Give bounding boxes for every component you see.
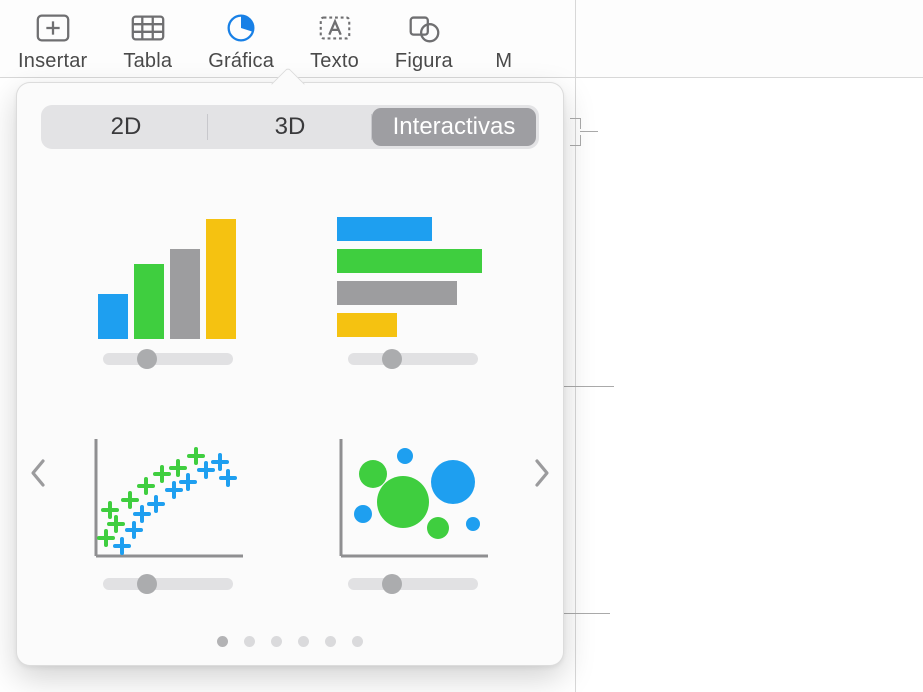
tab-label-3d: 3D (275, 113, 306, 141)
chart-slider-mock (103, 578, 233, 590)
pie-chart-icon (220, 8, 262, 48)
toolbar-item-overflow[interactable]: M (471, 8, 531, 73)
page-dot-3[interactable] (271, 636, 282, 647)
tab-label-2d: 2D (111, 113, 142, 141)
chevron-right-icon (531, 457, 551, 489)
chart-option-bar[interactable] (323, 199, 503, 365)
prev-page-button[interactable] (19, 453, 59, 493)
page-dot-1[interactable] (217, 636, 228, 647)
bar-chart-icon (333, 199, 493, 339)
toolbar-item-insert[interactable]: Insertar (0, 8, 105, 73)
tab-2d[interactable]: 2D (44, 108, 208, 146)
page-dot-2[interactable] (244, 636, 255, 647)
chart-options-grid (73, 183, 507, 605)
chevron-left-icon (29, 457, 49, 489)
toolbar-label-text: Texto (310, 50, 359, 73)
chart-option-column[interactable] (78, 199, 258, 365)
callout-bracket-tabs (570, 118, 598, 146)
page-dot-6[interactable] (352, 636, 363, 647)
toolbar-item-shape[interactable]: Figura (377, 8, 471, 73)
shapes-icon (403, 8, 445, 48)
chart-slider-mock (103, 353, 233, 365)
toolbar-label-overflow: M (495, 50, 512, 73)
chart-slider-mock (348, 353, 478, 365)
bubble-chart-icon (333, 424, 493, 564)
text-box-icon (314, 8, 356, 48)
toolbar-label-insert: Insertar (18, 50, 87, 73)
table-icon (127, 8, 169, 48)
chart-option-bubble[interactable] (323, 424, 503, 590)
next-page-button[interactable] (521, 453, 561, 493)
placeholder-icon (483, 8, 525, 48)
column-chart-icon (88, 199, 248, 339)
toolbar: Insertar Tabla Gráfica (0, 0, 923, 78)
toolbar-label-chart: Gráfica (208, 50, 274, 73)
page-dot-5[interactable] (325, 636, 336, 647)
toolbar-item-table[interactable]: Tabla (105, 8, 190, 73)
toolbar-item-text[interactable]: Texto (292, 8, 377, 73)
insert-icon (32, 8, 74, 48)
chart-picker-popover: 2D 3D Interactivas (16, 82, 564, 666)
toolbar-item-chart[interactable]: Gráfica (190, 8, 292, 73)
tab-label-interactive: Interactivas (393, 113, 516, 141)
tab-3d[interactable]: 3D (208, 108, 372, 146)
scatter-chart-icon (88, 424, 248, 564)
chart-option-scatter[interactable] (78, 424, 258, 590)
page-dot-4[interactable] (298, 636, 309, 647)
chart-slider-mock (348, 578, 478, 590)
toolbar-label-shape: Figura (395, 50, 453, 73)
toolbar-label-table: Tabla (123, 50, 172, 73)
tab-interactive[interactable]: Interactivas (372, 108, 536, 146)
chart-type-tabs: 2D 3D Interactivas (41, 105, 539, 149)
page-dots (17, 636, 563, 647)
